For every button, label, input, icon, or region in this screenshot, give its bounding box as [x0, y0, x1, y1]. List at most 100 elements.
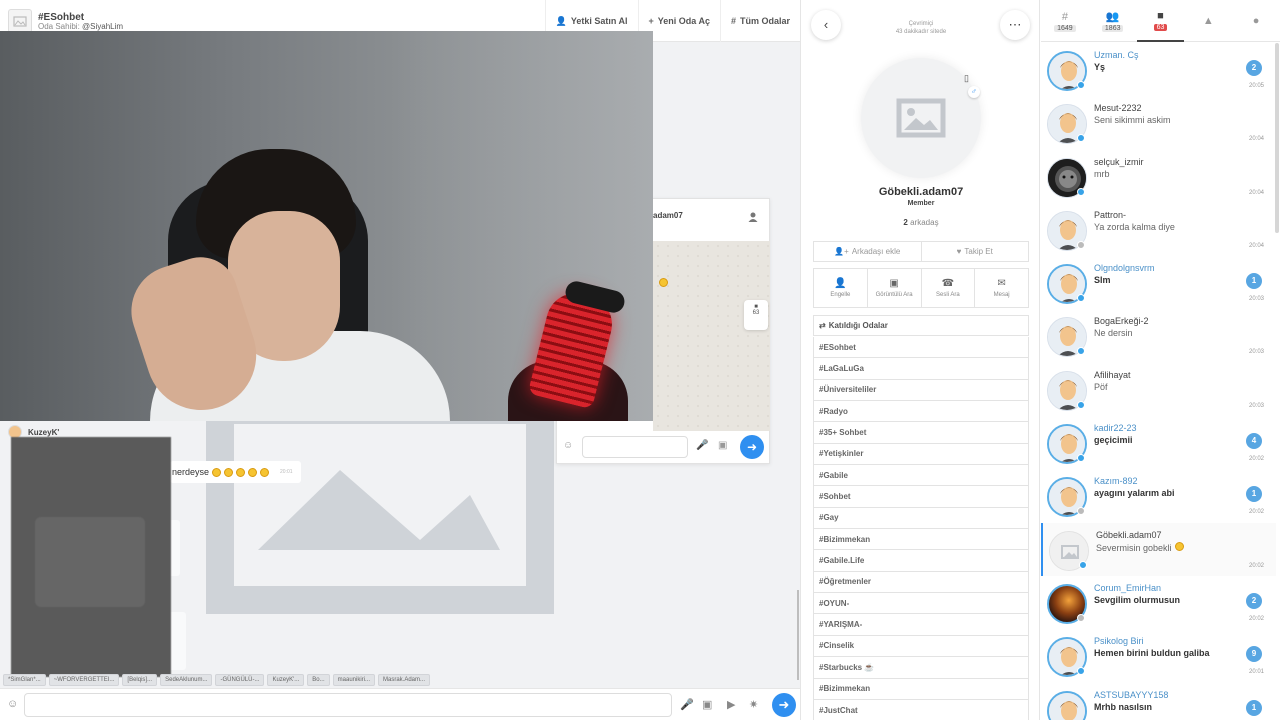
send-button[interactable]: ➜	[772, 693, 796, 717]
microphone-icon[interactable]: 🎤	[696, 440, 708, 451]
room-avatar[interactable]	[8, 9, 32, 33]
room-list-item[interactable]: #Gabile.Life	[813, 550, 1029, 572]
more-options-button[interactable]: ⋯	[1000, 10, 1030, 40]
friends-count-label: arkadaş	[910, 218, 939, 227]
broadcast-icon[interactable]: ✷	[749, 698, 758, 711]
add-friend-button[interactable]: 👤+ Arkadaşı ekle	[814, 242, 921, 261]
tab-users[interactable]: 👥 1863	[1089, 0, 1137, 42]
conversation-time: 20:02	[1248, 509, 1264, 516]
microphone-icon[interactable]: 🎤	[680, 698, 694, 711]
all-rooms-button[interactable]: # Tüm Odalar	[719, 0, 800, 42]
message-input[interactable]	[24, 693, 672, 717]
conversation-last-message: Mrhb nasılsın	[1094, 702, 1152, 712]
conversation-item[interactable]: Kazım-892 ayagını yalarım abi 1 20:02	[1041, 469, 1276, 522]
user-tag[interactable]: KuzeyK'...	[267, 674, 305, 686]
user-tag[interactable]: Bo...	[307, 674, 330, 686]
room-list-item[interactable]: #Sohbet	[813, 486, 1029, 508]
unread-count-badge: 2	[1246, 60, 1262, 76]
unread-count-badge: 2	[1246, 592, 1262, 609]
chat-icon: ■	[1157, 9, 1164, 22]
profile-name: Göbekli.adam07	[878, 186, 964, 198]
user-tag[interactable]: [Belqis]...	[122, 674, 158, 686]
room-list-item[interactable]: #Radyo	[813, 401, 1029, 423]
room-list-item[interactable]: #YARIŞMA-	[813, 614, 1029, 636]
tab-bell[interactable]: ▲	[1184, 0, 1232, 42]
tab-chat[interactable]: ■ 63	[1136, 0, 1185, 42]
conversation-item[interactable]: BogaErkeği-2 Ne dersin 20:03	[1041, 309, 1276, 362]
room-list-item[interactable]: #Cinselik	[813, 635, 1029, 658]
conversation-item[interactable]: Pattron- Ya zorda kalma diye 20:04	[1041, 203, 1276, 256]
block-button[interactable]: 👤 Engelle	[814, 269, 867, 307]
conversation-last-message-text: Seni sikimmi askim	[1094, 115, 1171, 126]
joined-rooms-list: #ESohbet #LaGaLuGa #Üniversiteliler #Rad…	[813, 337, 1029, 720]
conversation-name: selçuk_izmir	[1094, 156, 1144, 167]
conversation-item[interactable]: ASTSUBAYYY158 Mrhb nasılsın 1	[1041, 683, 1276, 720]
blurred-image-content	[35, 517, 145, 607]
emoji-icon[interactable]: ☺	[7, 698, 18, 710]
emoji-icon[interactable]: ☺	[563, 440, 573, 451]
user-tag[interactable]: maaunikiri...	[332, 674, 375, 686]
user-icon[interactable]	[747, 211, 759, 223]
profile-avatar[interactable]	[861, 58, 981, 178]
avatar[interactable]	[1047, 690, 1087, 720]
voice-call-button[interactable]: ☎ Sesli Ara	[920, 269, 975, 307]
room-list-item[interactable]: #Üniversiteliler	[813, 379, 1029, 402]
room-list-item[interactable]: #Gay	[813, 507, 1029, 530]
room-owner-name[interactable]: @SiyahLim	[82, 22, 123, 31]
user-tag[interactable]: SedeAklunum...	[160, 674, 213, 686]
conversation-item[interactable]: Uzman. Cş Yş 2 20:05	[1041, 43, 1276, 96]
friends-count[interactable]: 2 arkadaş	[801, 218, 1041, 227]
conversation-item[interactable]: Göbekli.adam07 Severmisin gobekli 20:02	[1041, 522, 1276, 576]
user-tag[interactable]: -GÜNGÜLÜ-...	[215, 674, 265, 686]
back-button[interactable]: ‹	[811, 10, 841, 40]
tab-hash[interactable]: #1649	[1041, 0, 1089, 42]
pm-chat-counter[interactable]: ■ 63	[744, 300, 768, 330]
conversation-item[interactable]: Olgndolgnsvrm Slm 1 20:03	[1041, 256, 1276, 309]
room-list-item[interactable]: #35+ Sohbet	[813, 422, 1029, 444]
chat-scrollbar[interactable]	[797, 590, 799, 680]
room-list-item[interactable]: #Yetişkinler	[813, 443, 1029, 466]
message-input-bar: ☺ 🎤 ▣ ▶ ✷ ➜	[0, 688, 800, 720]
follow-button[interactable]: ♥ Takip Et	[920, 242, 1029, 261]
online-status: Çevrimiçi	[908, 21, 934, 27]
tab-user[interactable]: ●	[1232, 0, 1280, 42]
user-tag[interactable]: ~WFORVERGETTEI...	[48, 674, 120, 686]
webcam-video[interactable]	[0, 31, 653, 421]
room-list-item[interactable]: #JustChat	[813, 699, 1029, 720]
laughing-emoji-icon	[659, 278, 668, 287]
user-shield-icon: 👤	[555, 15, 567, 26]
play-icon[interactable]: ▶	[727, 698, 735, 711]
blurred-image[interactable]	[11, 437, 171, 677]
conversation-last-message: Ne dersin	[1094, 328, 1133, 338]
pm-username[interactable]: adam07	[653, 211, 683, 220]
room-list-item[interactable]: #Bizimmekan	[813, 529, 1029, 551]
presence-indicator	[1077, 613, 1085, 622]
user-tag[interactable]: *SimGlan*...	[3, 674, 46, 686]
room-list-item[interactable]: #Gabile	[813, 465, 1029, 487]
pm-message-input[interactable]	[582, 436, 688, 458]
conversation-item[interactable]: Afilihayat Pöf 20:03	[1041, 363, 1276, 416]
profile-panel: ‹ ⋯ Çevrimiçi 43 dakikadır sitede ▯ ♂ Gö…	[800, 0, 1040, 720]
message-button[interactable]: ✉ Mesaj	[974, 269, 1028, 307]
pm-messages	[653, 241, 770, 431]
conversation-item[interactable]: selçuk_izmir mrb 20:04	[1041, 150, 1276, 203]
image-icon[interactable]: ▣	[702, 698, 712, 711]
room-list-item[interactable]: #ESohbet	[813, 337, 1029, 359]
room-list-item[interactable]: #Starbucks ☕	[813, 657, 1029, 679]
conversation-item[interactable]: Corum_EmirHan Sevgilim olurmusun 2 20:02	[1041, 576, 1276, 629]
conversation-last-message-text: Pöf	[1094, 381, 1108, 392]
video-call-button[interactable]: ▣ Görüntülü Ara	[866, 269, 921, 307]
pm-send-button[interactable]: ➜	[740, 435, 764, 459]
conversation-item[interactable]: Psikolog Biri Hemen birini buldun galiba 9…	[1041, 629, 1276, 682]
hash-icon: #	[730, 16, 736, 26]
room-list-item[interactable]: #Öğretmenler	[813, 571, 1029, 594]
conversation-item[interactable]: kadir22-23 geçicimii 4 20:02	[1041, 416, 1276, 469]
conversation-scrollbar[interactable]	[1275, 43, 1279, 233]
room-list-item[interactable]: #OYUN-	[813, 593, 1029, 615]
user-tag[interactable]: Masrak.Adam...	[377, 674, 430, 686]
room-list-item[interactable]: #LaGaLuGa	[813, 358, 1029, 380]
room-list-item[interactable]: #Bizimmekan	[813, 678, 1029, 700]
add-friend-label: Arkadaşı ekle	[851, 247, 901, 256]
conversation-item[interactable]: Mesut-2232 Seni sikimmi askim 20:04	[1041, 96, 1276, 149]
image-icon[interactable]: ▣	[718, 440, 727, 451]
